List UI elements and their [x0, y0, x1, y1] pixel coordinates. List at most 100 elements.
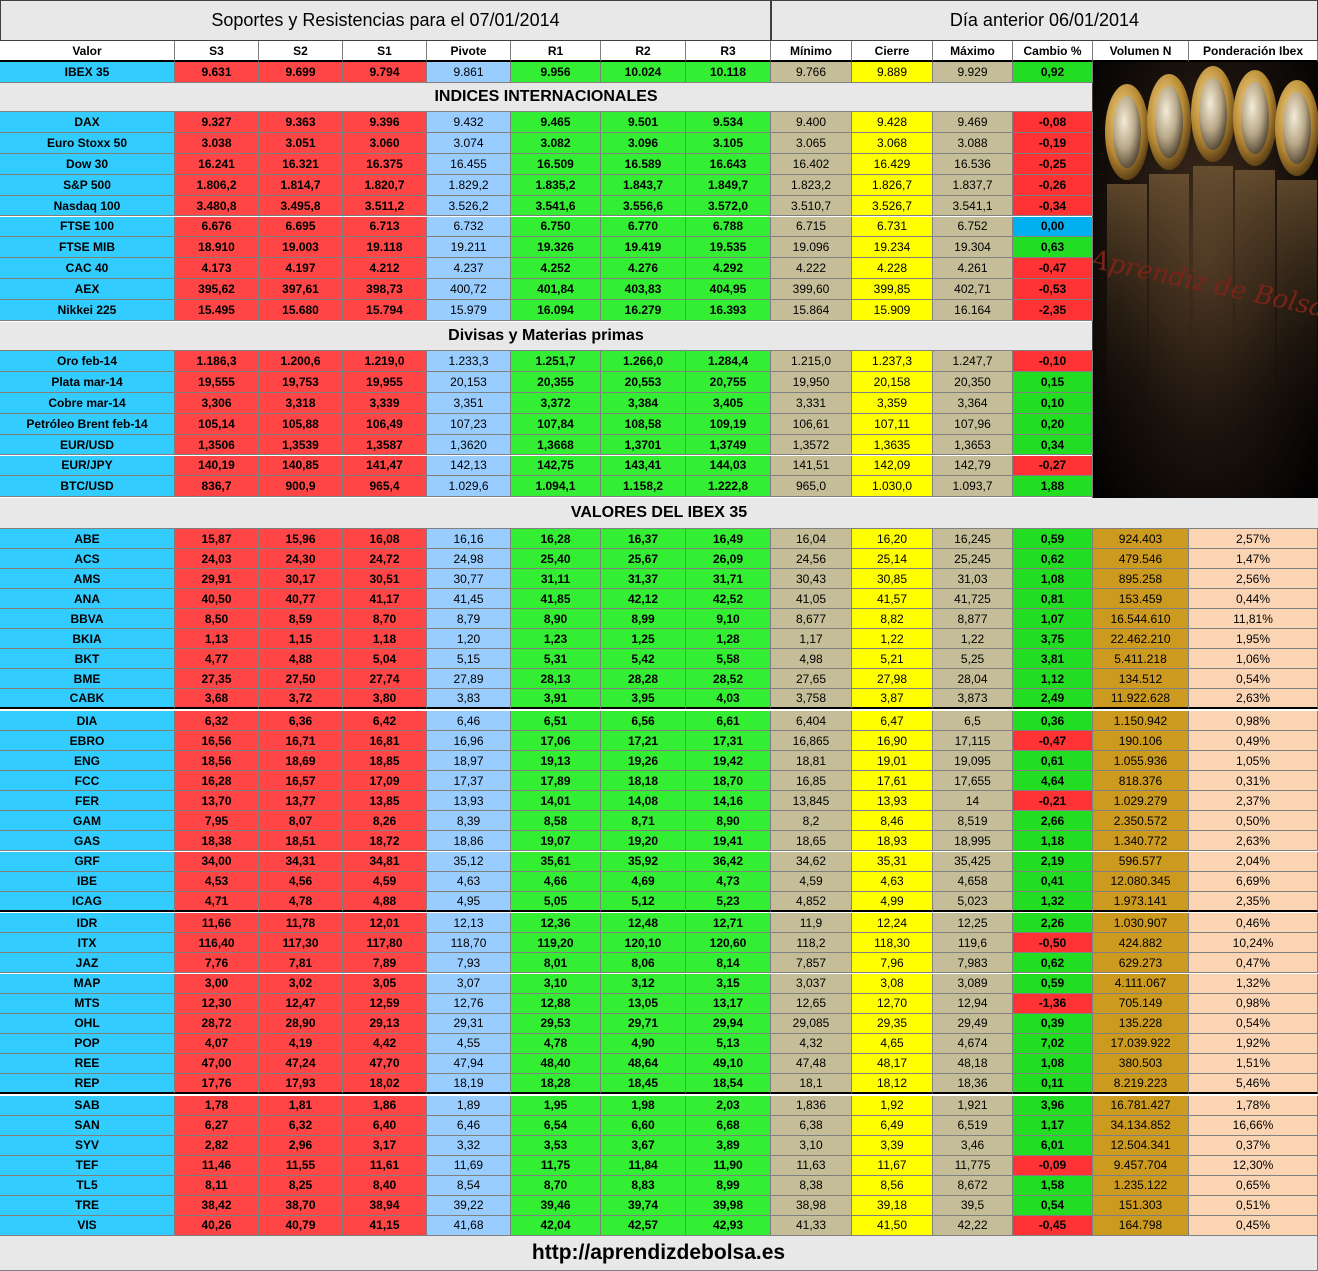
cell-volumen: 1.973.141: [1093, 891, 1189, 912]
cell-s2: 3,72: [259, 689, 343, 710]
cell-cierre: 3,39: [852, 1135, 933, 1156]
cell-minimo: 41,33: [771, 1215, 852, 1236]
cell-r1: 19,07: [511, 831, 601, 852]
cell-minimo: 18,65: [771, 831, 852, 852]
cell-maximo: 1.093,7: [933, 476, 1013, 498]
cell-maximo: 16,245: [933, 529, 1013, 550]
cell-s1: 6,40: [343, 1115, 427, 1136]
cell-cambio: -0,10: [1013, 351, 1093, 372]
cell-r2: 19.419: [601, 237, 686, 259]
cell-s2: 24,30: [259, 549, 343, 570]
cell-maximo: 1,921: [933, 1095, 1013, 1116]
cell-cierre: 1,22: [852, 629, 933, 650]
header-pivote: Pivote: [427, 41, 511, 62]
cell-s3: 4,77: [175, 649, 259, 670]
cell-ponderacion: 2,37%: [1189, 791, 1318, 812]
row-label: TEF: [0, 1155, 175, 1176]
cell-r1: 28,13: [511, 669, 601, 690]
cell-cierre: 3,08: [852, 973, 933, 994]
row-label: ABE: [0, 529, 175, 550]
cell-s2: 38,70: [259, 1195, 343, 1216]
cell-cambio: 1,58: [1013, 1175, 1093, 1196]
cell-maximo: 3,46: [933, 1135, 1013, 1156]
cell-s1: 398,73: [343, 279, 427, 301]
cell-s3: 15.495: [175, 300, 259, 321]
cell-s2: 18,69: [259, 751, 343, 772]
cell-r2: 1.158,2: [601, 476, 686, 498]
header-cierre: Cierre: [852, 41, 933, 62]
cell-s1: 16,81: [343, 731, 427, 752]
cell-s2: 8,59: [259, 609, 343, 630]
cell-s2: 2,96: [259, 1135, 343, 1156]
cell-pivote: 400,72: [427, 279, 511, 301]
cell-s2: 117,30: [259, 933, 343, 954]
cell-cierre: 13,93: [852, 791, 933, 812]
cell-s1: 41,17: [343, 589, 427, 610]
cell-s1: 6,42: [343, 711, 427, 732]
cell-pivote: 1,3620: [427, 434, 511, 456]
cell-cierre: 9.889: [852, 62, 933, 83]
cell-s3: 29,91: [175, 569, 259, 590]
cell-r2: 3,384: [601, 392, 686, 414]
cell-ponderacion: 0,45%: [1189, 1215, 1318, 1236]
row-label: IBEX 35: [0, 62, 175, 83]
cell-maximo: 6,519: [933, 1115, 1013, 1136]
cell-minimo: 4,98: [771, 649, 852, 670]
row-label: POP: [0, 1033, 175, 1054]
cell-r2: 8,99: [601, 609, 686, 630]
cell-cierre: 1,92: [852, 1095, 933, 1116]
cell-s3: 6.676: [175, 216, 259, 238]
row-label: EBRO: [0, 731, 175, 752]
cell-ponderacion: 6,69%: [1189, 871, 1318, 892]
cell-pivote: 8,39: [427, 811, 511, 832]
cell-minimo: 18,1: [771, 1073, 852, 1094]
cell-r1: 41,85: [511, 589, 601, 610]
cell-cambio: -0,50: [1013, 933, 1093, 954]
cell-ponderacion: 2,04%: [1189, 851, 1318, 872]
cell-cambio: 0,39: [1013, 1013, 1093, 1034]
euro-coins-image: Aprendiz de Bolsa: [1092, 62, 1318, 498]
cell-cambio: 3,75: [1013, 629, 1093, 650]
cell-r1: 16.094: [511, 300, 601, 321]
cell-pivote: 6,46: [427, 711, 511, 732]
cell-r1: 1,95: [511, 1095, 601, 1116]
cell-s1: 6.713: [343, 216, 427, 238]
cell-pivote: 3.526,2: [427, 195, 511, 217]
cell-s1: 30,51: [343, 569, 427, 590]
cell-cierre: 107,11: [852, 413, 933, 435]
cell-minimo: 8,38: [771, 1175, 852, 1196]
cell-minimo: 1,17: [771, 629, 852, 650]
cell-minimo: 24,56: [771, 549, 852, 570]
cell-ponderacion: 0,51%: [1189, 1195, 1318, 1216]
cell-r2: 1,98: [601, 1095, 686, 1116]
cell-maximo: 6,5: [933, 711, 1013, 732]
cell-s1: 19,955: [343, 371, 427, 393]
cell-pivote: 12,13: [427, 913, 511, 934]
cell-ponderacion: 0,98%: [1189, 711, 1318, 732]
row-label: S&P 500: [0, 174, 175, 196]
row-label: ITX: [0, 933, 175, 954]
cell-s1: 1,18: [343, 629, 427, 650]
cell-cambio: 1,17: [1013, 1115, 1093, 1136]
cell-s2: 16,57: [259, 771, 343, 792]
cell-cierre: 29,35: [852, 1013, 933, 1034]
row-label: Plata mar-14: [0, 371, 175, 393]
cell-pivote: 4.237: [427, 258, 511, 280]
cell-r1: 1,3668: [511, 434, 601, 456]
cell-s1: 12,59: [343, 993, 427, 1014]
cell-minimo: 1,836: [771, 1095, 852, 1116]
cell-s3: 18,56: [175, 751, 259, 772]
cell-s3: 11,46: [175, 1155, 259, 1176]
cell-s3: 4.173: [175, 258, 259, 280]
cell-s3: 34,00: [175, 851, 259, 872]
cell-r2: 12,48: [601, 913, 686, 934]
cell-cambio: 2,66: [1013, 811, 1093, 832]
cell-maximo: 5,25: [933, 649, 1013, 670]
cell-r1: 6.750: [511, 216, 601, 238]
cell-r1: 8,90: [511, 609, 601, 630]
cell-volumen: 1.340.772: [1093, 831, 1189, 852]
cell-r2: 19,20: [601, 831, 686, 852]
cell-pivote: 9.861: [427, 62, 511, 83]
cell-cierre: 8,56: [852, 1175, 933, 1196]
row-label: SAN: [0, 1115, 175, 1136]
